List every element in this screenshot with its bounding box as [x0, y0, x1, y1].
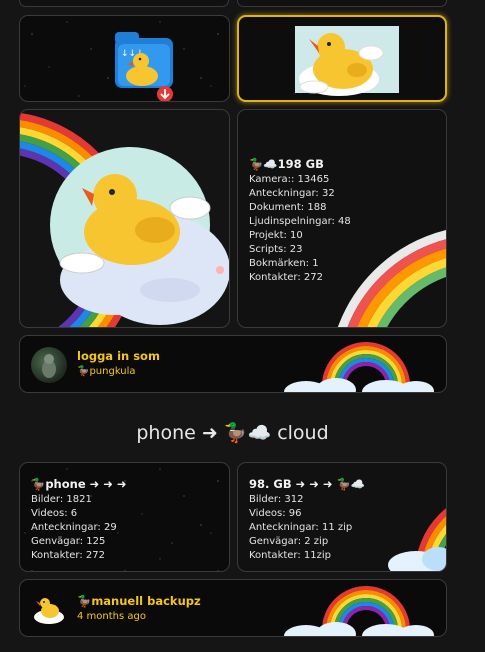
folder-duck-download-icon: ↓↓↓ [115, 32, 173, 101]
avatar [31, 347, 67, 383]
stat-line: Bilder: 1821 [31, 494, 92, 505]
duck-cloud-icon [34, 598, 64, 624]
duck-cloud-selected-card[interactable] [237, 15, 447, 102]
storage-stats-text: 🦆☁️198 GB Kamera:: 13465 Anteckningar: 3… [249, 157, 351, 285]
stat-line: Anteckningar: 29 [31, 522, 117, 533]
section-left-label: phone [136, 422, 196, 444]
stat-line: Kontakter: 272 [31, 550, 105, 561]
stat-line: Anteckningar: 11 zip [249, 522, 353, 533]
stat-line: Kontakter: 272 [249, 272, 323, 283]
cloud-title: 98. GB ➜ ➜ ➜ 🦆☁️ [249, 477, 366, 491]
partial-card-top-left [19, 0, 229, 7]
cloud-stats-card: 98. GB ➜ ➜ ➜ 🦆☁️ Bilder: 312 Videos: 96 … [237, 462, 447, 572]
phone-title: 🦆phone ➜ ➜ ➜ [31, 477, 127, 491]
stat-line: Projekt: 10 [249, 230, 303, 241]
cloud-stats-text: 98. GB ➜ ➜ ➜ 🦆☁️ Bilder: 312 Videos: 96 … [249, 477, 365, 563]
stat-line: Bilder: 312 [249, 494, 304, 505]
stat-line: Genvägar: 125 [31, 536, 106, 547]
arrow-icon: ➜ [201, 422, 218, 444]
backup-time: 4 months ago [77, 611, 146, 622]
section-right-label: cloud [277, 422, 329, 444]
stat-line: Videos: 6 [31, 508, 78, 519]
duck-cloud-icon: 🦆☁️ [223, 422, 272, 444]
login-user-card[interactable]: logga in som 🦆pungkula [19, 335, 447, 393]
duck-cloud-icon [295, 26, 399, 96]
manual-backup-card[interactable]: 🦆manuell backupz 4 months ago [19, 579, 447, 637]
phone-stats-card: 🦆phone ➜ ➜ ➜ Bilder: 1821 Videos: 6 Ante… [19, 462, 230, 572]
stat-line: Videos: 96 [249, 508, 302, 519]
phone-stats-text: 🦆phone ➜ ➜ ➜ Bilder: 1821 Videos: 6 Ante… [31, 477, 127, 563]
stat-line: Genvägar: 2 zip [249, 536, 329, 547]
stat-line: Kontakter: 11zip [249, 550, 332, 561]
storage-total-title: 🦆☁️198 GB [249, 157, 324, 171]
stat-line: Ljudinspelningar: 48 [249, 216, 351, 227]
login-label: logga in som [77, 349, 160, 363]
partial-card-top-right [237, 0, 447, 7]
user-avatar-icon [42, 354, 56, 378]
storage-stats-card: 🦆☁️198 GB Kamera:: 13465 Anteckningar: 3… [237, 109, 447, 328]
rainbow-clouds-decoration [284, 586, 434, 636]
stat-line: Dokument: 188 [249, 202, 327, 213]
duck-rainbow-illustration [20, 112, 229, 327]
sync-direction-heading: phone ➜ 🦆☁️ cloud [0, 421, 465, 444]
duck-rainbow-hero-card [19, 109, 230, 328]
download-app-card[interactable]: ↓↓↓ [19, 15, 230, 102]
rainbow-clouds-decoration [284, 342, 434, 392]
stat-line: Kamera:: 13465 [249, 174, 330, 185]
username: 🦆pungkula [77, 366, 136, 377]
stat-line: Bokmärken: 1 [249, 258, 319, 269]
backup-label: 🦆manuell backupz [77, 594, 201, 608]
stat-line: Anteckningar: 32 [249, 188, 335, 199]
stat-line: Scripts: 23 [249, 244, 303, 255]
